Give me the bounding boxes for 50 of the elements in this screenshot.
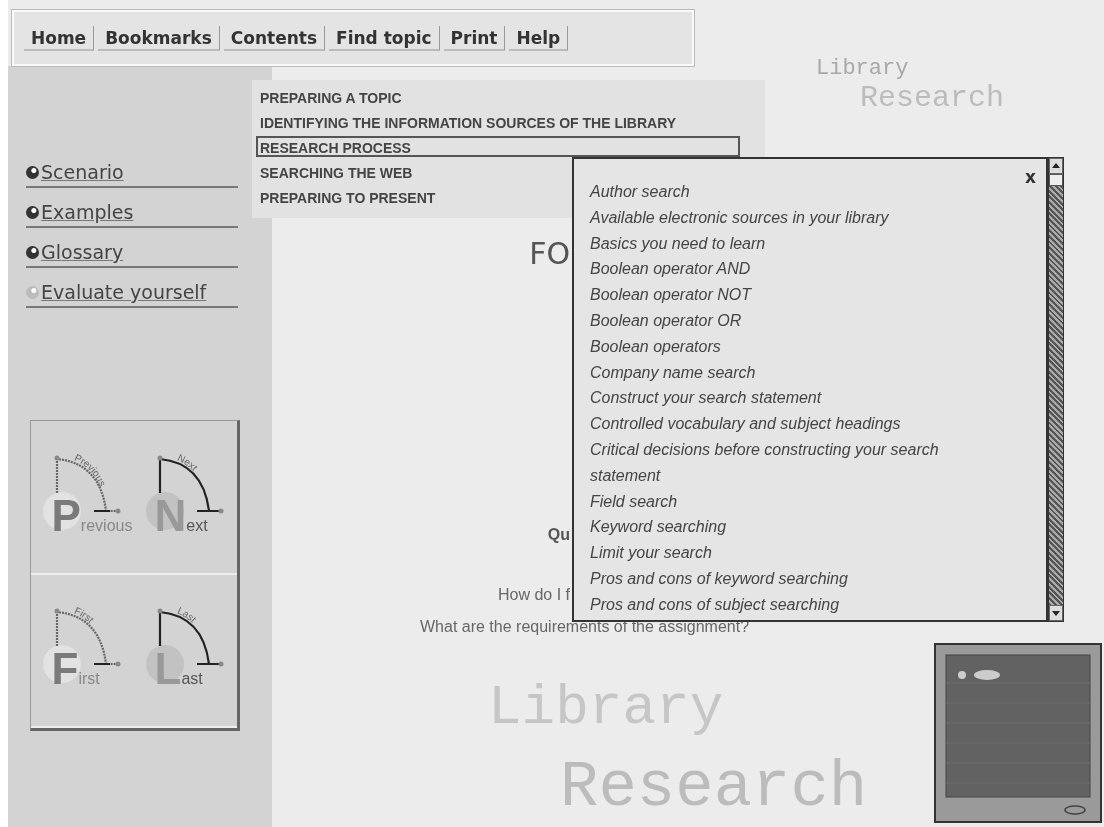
- menu-item[interactable]: IDENTIFYING THE INFORMATION SOURCES OF THE LIBRARY: [256, 111, 740, 132]
- question-text: How do I f: [496, 586, 570, 604]
- topic-link[interactable]: Critical decisions before constructing your search statement: [590, 436, 990, 489]
- toolbar-button[interactable]: Find topic: [329, 25, 440, 51]
- topic-link[interactable]: Company name search: [590, 359, 990, 386]
- heading: FO: [528, 236, 570, 271]
- topic-link[interactable]: Boolean operator OR: [590, 308, 990, 334]
- scrollbar[interactable]: [1048, 157, 1064, 622]
- up-arrow-icon: [1051, 161, 1061, 171]
- menu-item[interactable]: PREPARING A TOPIC: [256, 86, 740, 107]
- sidebar-link[interactable]: Glossary: [41, 241, 124, 263]
- topic-link[interactable]: Controlled vocabulary and subject headings: [590, 411, 990, 437]
- topic-link[interactable]: Boolean operators: [590, 333, 990, 360]
- topic-link[interactable]: Pros and cons of subject searching: [590, 591, 990, 618]
- quarter-arc-icon: [42, 608, 120, 684]
- nav-label: Next: [154, 490, 208, 541]
- toolbar-button[interactable]: Contents: [223, 25, 326, 51]
- sidebar-link[interactable]: Scenario: [41, 161, 124, 183]
- topic-link[interactable]: Limit your search: [590, 540, 990, 566]
- topic-link[interactable]: Construct your search statement: [590, 385, 990, 412]
- topic-link[interactable]: Boolean operator NOT: [590, 282, 990, 308]
- menu-item[interactable]: RESEARCH PROCESS: [256, 136, 740, 157]
- banner-text: Library: [816, 56, 910, 81]
- scroll-thumb[interactable]: [1049, 174, 1063, 186]
- toolbar-button[interactable]: Help: [509, 25, 569, 51]
- toolbar-button[interactable]: Bookmarks: [98, 25, 220, 51]
- topic-link[interactable]: Author search: [590, 179, 990, 205]
- topic-link[interactable]: Keyword searching: [590, 514, 990, 541]
- nav-label: First: [51, 644, 100, 695]
- sidebar-link[interactable]: Examples: [41, 201, 134, 223]
- topic-link[interactable]: Available electronic sources in your library: [590, 204, 990, 231]
- topic-link[interactable]: Boolean operator AND: [590, 256, 990, 283]
- close-button[interactable]: x: [1025, 167, 1036, 187]
- subheading: Qu: [546, 526, 570, 544]
- nav-label: Previous: [51, 490, 133, 541]
- quarter-arc-icon: [145, 455, 223, 530]
- scroll-down-button[interactable]: [1049, 605, 1063, 621]
- nav-label: Last: [154, 644, 203, 695]
- navigation-button[interactable]: Last Last: [142, 602, 229, 699]
- toolbar-button[interactable]: Home: [24, 25, 95, 51]
- down-arrow-icon: [1051, 608, 1061, 618]
- toolbar-button[interactable]: Print: [443, 25, 506, 51]
- sidebar-link[interactable]: Evaluate yourself: [41, 281, 207, 303]
- arc-label: First: [72, 605, 96, 626]
- arc-label: Last: [175, 605, 199, 625]
- quarter-arc-icon: [145, 608, 223, 684]
- scroll-up-button[interactable]: [1049, 158, 1063, 174]
- topic-link[interactable]: Field search: [590, 488, 990, 515]
- topic-link[interactable]: Basics you need to learn: [590, 230, 990, 257]
- topic-link[interactable]: Pros and cons of keyword searching: [590, 565, 990, 592]
